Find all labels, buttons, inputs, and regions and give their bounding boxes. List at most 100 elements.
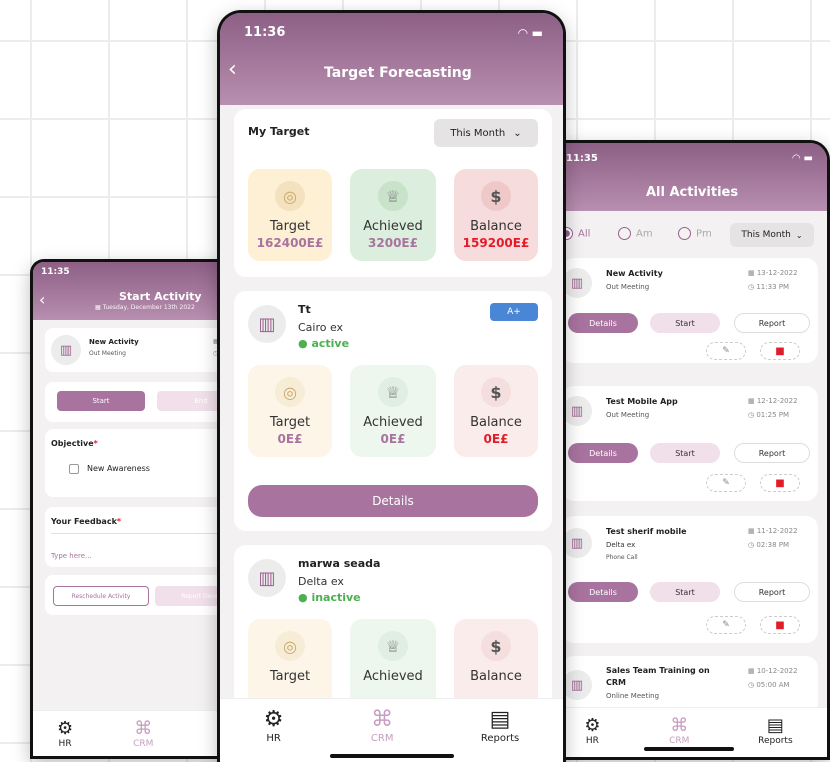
back-icon[interactable]: ‹ <box>228 57 237 82</box>
delete-button[interactable]: ■ <box>760 474 800 492</box>
page-title: All Activities <box>646 185 739 200</box>
balance-stat: $ Balance 159200E£ <box>454 169 538 261</box>
activity-card[interactable]: ▥ Test Mobile App Out Meeting ▦ 12-12-20… <box>562 386 818 501</box>
trash-icon: ■ <box>775 477 785 489</box>
edit-button[interactable]: ✎ <box>706 342 746 360</box>
activity-type: Online Meeting <box>606 692 660 700</box>
activity-company: Delta ex <box>606 541 636 549</box>
reports-icon: ▤ <box>489 707 511 732</box>
target-forecasting-header: 11:36 ◠ ▬ ‹ Target Forecasting <box>220 13 563 105</box>
dollar-icon: $ <box>481 181 511 211</box>
member-name: Tt <box>298 303 311 316</box>
feedback-label: Your Feedback* <box>51 517 122 526</box>
nav-crm[interactable]: ⌘ CRM <box>371 707 394 744</box>
calendar-icon: ▦ <box>748 667 757 675</box>
status-time: 11:35 <box>41 267 70 277</box>
target-icon: ◎ <box>275 377 305 407</box>
activity-type: Phone Call <box>606 554 638 561</box>
my-target-card: My Target This Month ⌄ ◎ Target 162400E£ … <box>234 109 552 277</box>
calendar-icon: ▦ <box>748 397 757 405</box>
nav-crm[interactable]: ⌘ CRM <box>133 718 153 750</box>
period-dropdown[interactable]: This Month ⌄ <box>730 223 814 247</box>
period-dropdown[interactable]: This Month ⌄ <box>434 119 538 147</box>
status-dot-icon: ● <box>298 337 312 350</box>
report-button[interactable]: Report <box>734 443 810 463</box>
feedback-card: Your Feedback* Type here... <box>45 507 242 567</box>
delete-button[interactable]: ■ <box>760 616 800 634</box>
target-stat: ◎ Target 162400E£ <box>248 169 332 261</box>
activity-time: ◷ 05:00 AM <box>748 681 790 689</box>
nav-hr[interactable]: ⚙ HR <box>264 707 284 744</box>
nav-reports[interactable]: ▤ Reports <box>481 707 519 744</box>
pencil-icon: ✎ <box>722 346 730 356</box>
activity-card: ▥ New Activity Out Meeting ▦ 13 ◷ 1 <box>45 328 242 372</box>
my-target-label: My Target <box>248 125 310 138</box>
activity-name: New Activity <box>89 338 139 346</box>
objective-checkbox[interactable] <box>69 464 79 474</box>
building-icon: ▥ <box>562 528 592 558</box>
nav-reports[interactable]: ▤ Reports <box>758 715 793 747</box>
report-button[interactable]: Report <box>734 313 810 333</box>
building-icon: ▥ <box>248 305 286 343</box>
nav-hr[interactable]: ⚙ HR <box>584 716 600 747</box>
target-forecasting-phone: 11:36 ◠ ▬ ‹ Target Forecasting My Target… <box>217 10 566 762</box>
reschedule-activity-button[interactable]: Reschedule Activity <box>53 586 149 606</box>
reports-icon: ▤ <box>766 715 784 736</box>
start-button[interactable]: Start <box>57 391 145 411</box>
member-status: ● inactive <box>298 591 361 604</box>
activity-time: ◷ 01:25 PM <box>748 411 790 419</box>
building-icon: ▥ <box>562 670 592 700</box>
activity-type: Out Meeting <box>89 350 126 357</box>
details-button[interactable]: Details <box>568 313 638 333</box>
report-button[interactable]: Report <box>734 582 810 602</box>
edit-button[interactable]: ✎ <box>706 616 746 634</box>
status-time: 11:35 <box>566 153 598 164</box>
home-indicator <box>329 754 454 758</box>
delete-button[interactable]: ■ <box>760 342 800 360</box>
wifi-battery-icon: ◠ ▬ <box>518 25 543 40</box>
activity-name: Test sherif mobile <box>606 527 687 536</box>
activity-time: ◷ 11:33 PM <box>748 283 790 291</box>
bottom-nav: ⚙ HR ⌘ CRM <box>33 710 242 756</box>
details-button[interactable]: Details <box>568 443 638 463</box>
nav-crm[interactable]: ⌘ CRM <box>669 716 689 747</box>
edit-button[interactable]: ✎ <box>706 474 746 492</box>
start-button[interactable]: Start <box>650 313 720 333</box>
building-icon: ▥ <box>562 268 592 298</box>
feedback-input[interactable]: Type here... <box>51 533 242 560</box>
member-name: marwa seada <box>298 557 381 570</box>
nav-hr[interactable]: ⚙ HR <box>57 719 73 750</box>
status-dot-icon: ● <box>298 591 312 604</box>
back-icon[interactable]: ‹ <box>39 290 45 309</box>
trophy-icon: ♕ <box>378 377 408 407</box>
dollar-icon: $ <box>481 631 511 661</box>
activity-type: Out Meeting <box>606 411 650 419</box>
all-activities-phone: 11:35 ◠ ▬ All Activities All Am Pm This … <box>550 140 830 760</box>
objective-card: Objective* New Awareness <box>45 429 242 497</box>
activity-card[interactable]: ▥ New Activity Out Meeting ▦ 13-12-2022 … <box>562 258 818 363</box>
building-icon: ▥ <box>51 335 81 365</box>
filter-am[interactable]: Am <box>618 227 653 240</box>
filter-row: All Am Pm This Month ⌄ <box>550 223 827 247</box>
bottom-nav: ⚙ HR ⌘ CRM ▤ Reports <box>220 698 563 762</box>
crm-icon: ⌘ <box>134 718 153 739</box>
activity-name: Sales Team Training on CRM <box>606 666 710 687</box>
activity-card[interactable]: ▥ Test sherif mobile Delta ex Phone Call… <box>562 516 818 643</box>
start-button[interactable]: Start <box>650 582 720 602</box>
chevron-down-icon: ⌄ <box>513 127 522 139</box>
objective-label: Objective* <box>51 439 98 448</box>
details-button[interactable]: Details <box>248 485 538 517</box>
start-button[interactable]: Start <box>650 443 720 463</box>
balance-stat: $ Balance 0E£ <box>454 365 538 457</box>
filter-pm[interactable]: Pm <box>678 227 712 240</box>
activity-date: ▦ 10-12-2022 <box>748 667 798 675</box>
achieved-stat: ♕ Achieved 0E£ <box>350 365 436 457</box>
member-company: Cairo ex <box>298 321 344 334</box>
activity-time: ◷ 02:38 PM <box>748 541 790 549</box>
details-button[interactable]: Details <box>568 582 638 602</box>
page-date: ▦ Tuesday, December 13th 2022 <box>95 304 195 311</box>
member-status: ● active <box>298 337 350 350</box>
page-title: Start Activity <box>119 290 202 303</box>
wifi-battery-icon: ◠ ▬ <box>792 153 813 164</box>
building-icon: ▥ <box>562 396 592 426</box>
